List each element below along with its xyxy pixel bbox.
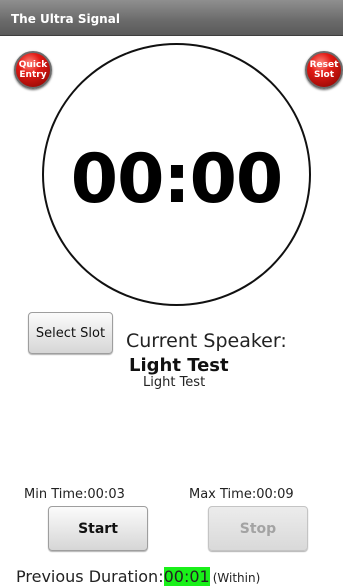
current-speaker-label: Current Speaker:: [126, 330, 287, 352]
previous-duration-label: Previous Duration:: [16, 567, 164, 586]
timer-display: 00:00: [70, 140, 283, 219]
speaker-detail: Light Test: [143, 375, 206, 390]
max-time-label: Max Time:00:09: [189, 487, 294, 502]
previous-duration: Previous Duration:00:01 (Within): [16, 567, 260, 586]
speaker-name: Light Test: [129, 355, 229, 376]
previous-duration-status: (Within): [212, 571, 261, 585]
select-slot-button[interactable]: Select Slot: [28, 312, 113, 354]
stop-button[interactable]: Stop: [208, 506, 308, 551]
title-bar: The Ultra Signal: [0, 0, 343, 36]
reset-slot-button[interactable]: Reset Slot: [305, 51, 343, 89]
min-time-label: Min Time:00:03: [24, 487, 125, 502]
previous-duration-value: 00:01: [163, 567, 210, 586]
quick-entry-button[interactable]: Quick Entry: [14, 51, 52, 89]
start-button[interactable]: Start: [48, 506, 148, 551]
app-title: The Ultra Signal: [11, 12, 120, 26]
